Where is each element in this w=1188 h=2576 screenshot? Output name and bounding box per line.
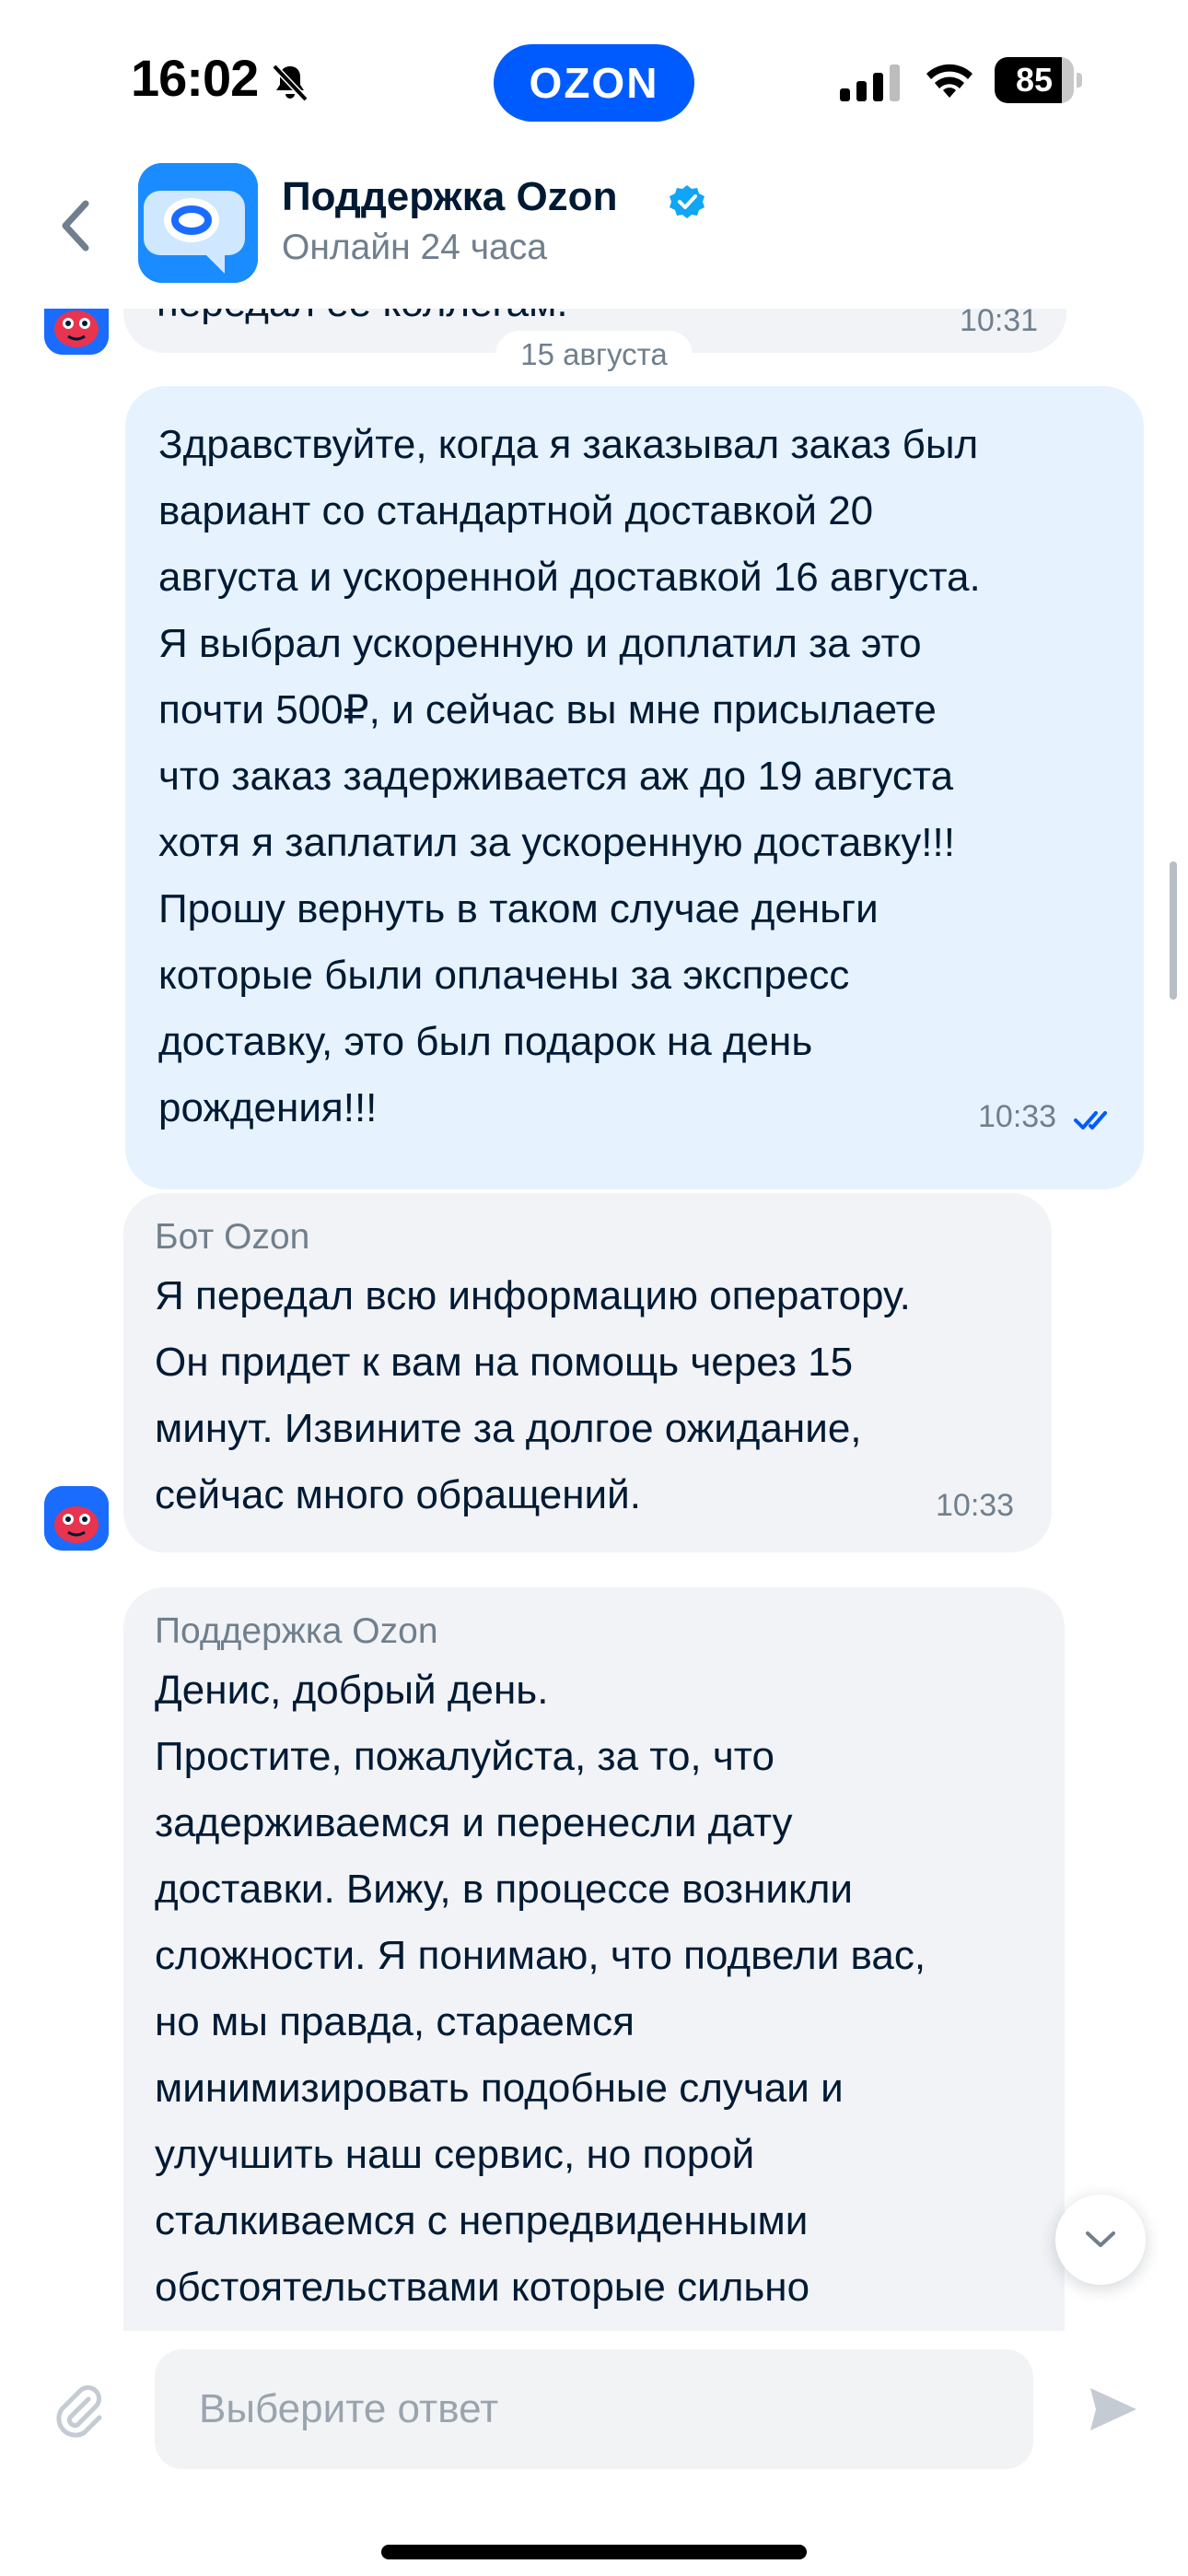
battery-icon: 85 xyxy=(995,57,1082,103)
chat-status: Онлайн 24 часа xyxy=(282,228,547,267)
chevron-left-icon xyxy=(62,200,89,252)
chat-bubble-logo-icon xyxy=(138,163,258,283)
message-time: 10:31 xyxy=(960,309,1039,338)
message-list[interactable]: передал ее коллегам. 10:31 15 августа Зд… xyxy=(0,309,1188,2331)
chat-header: Поддержка Ozon Онлайн 24 часа xyxy=(0,161,1188,309)
ozon-app-badge[interactable]: OZON xyxy=(494,44,694,122)
chat-title: Поддержка Ozon xyxy=(282,174,618,219)
scroll-to-bottom-button[interactable] xyxy=(1055,2195,1146,2285)
scrollbar[interactable] xyxy=(1170,861,1177,1000)
message-sender: Бот Ozon xyxy=(155,1217,310,1257)
verified-badge-icon xyxy=(670,185,705,218)
bell-muted-icon xyxy=(272,64,309,102)
message-text: Я передал всю информацию оператору. Он п… xyxy=(155,1273,911,1517)
message-time: 10:33 xyxy=(936,1488,1015,1523)
robot-mascot-icon xyxy=(44,1486,109,1551)
robot-mascot-icon xyxy=(44,309,109,355)
status-time: 16:02 xyxy=(131,49,259,107)
read-double-check-icon xyxy=(1074,1111,1107,1130)
back-button[interactable] xyxy=(48,189,103,263)
date-separator: 15 августа xyxy=(495,331,693,379)
bot-avatar xyxy=(44,309,109,355)
message-bubble-bot[interactable]: Бот Ozon Я передал всю информацию операт… xyxy=(123,1193,1052,1552)
reply-input[interactable]: Выберите ответ xyxy=(155,2349,1033,2469)
message-text: передал ее коллегам. xyxy=(157,309,568,336)
support-avatar[interactable] xyxy=(138,163,258,283)
chevron-down-icon xyxy=(1086,2231,1115,2247)
message-bubble-support[interactable]: Поддержка Ozon Денис, добрый день. Прост… xyxy=(123,1587,1065,2331)
battery-percent: 85 xyxy=(1015,61,1054,99)
reply-placeholder: Выберите ответ xyxy=(199,2386,499,2431)
composer: Выберите ответ xyxy=(0,2331,1188,2576)
message-text: Здравствуйте, когда я заказывал заказ бы… xyxy=(158,422,981,1130)
paperclip-icon[interactable] xyxy=(52,2383,109,2440)
bot-avatar xyxy=(44,1486,109,1551)
wifi-icon xyxy=(926,64,973,98)
send-icon[interactable] xyxy=(1087,2383,1140,2436)
home-indicator[interactable] xyxy=(381,2545,807,2559)
cellular-signal-icon xyxy=(840,64,900,101)
message-bubble-outgoing[interactable]: Здравствуйте, когда я заказывал заказ бы… xyxy=(125,386,1144,1189)
message-sender: Поддержка Ozon xyxy=(155,1611,438,1651)
status-bar: 16:02 OZON 85 xyxy=(0,0,1188,161)
message-text: Денис, добрый день. Простите, пожалуйста… xyxy=(155,1668,926,2310)
message-time: 10:33 xyxy=(978,1099,1057,1134)
